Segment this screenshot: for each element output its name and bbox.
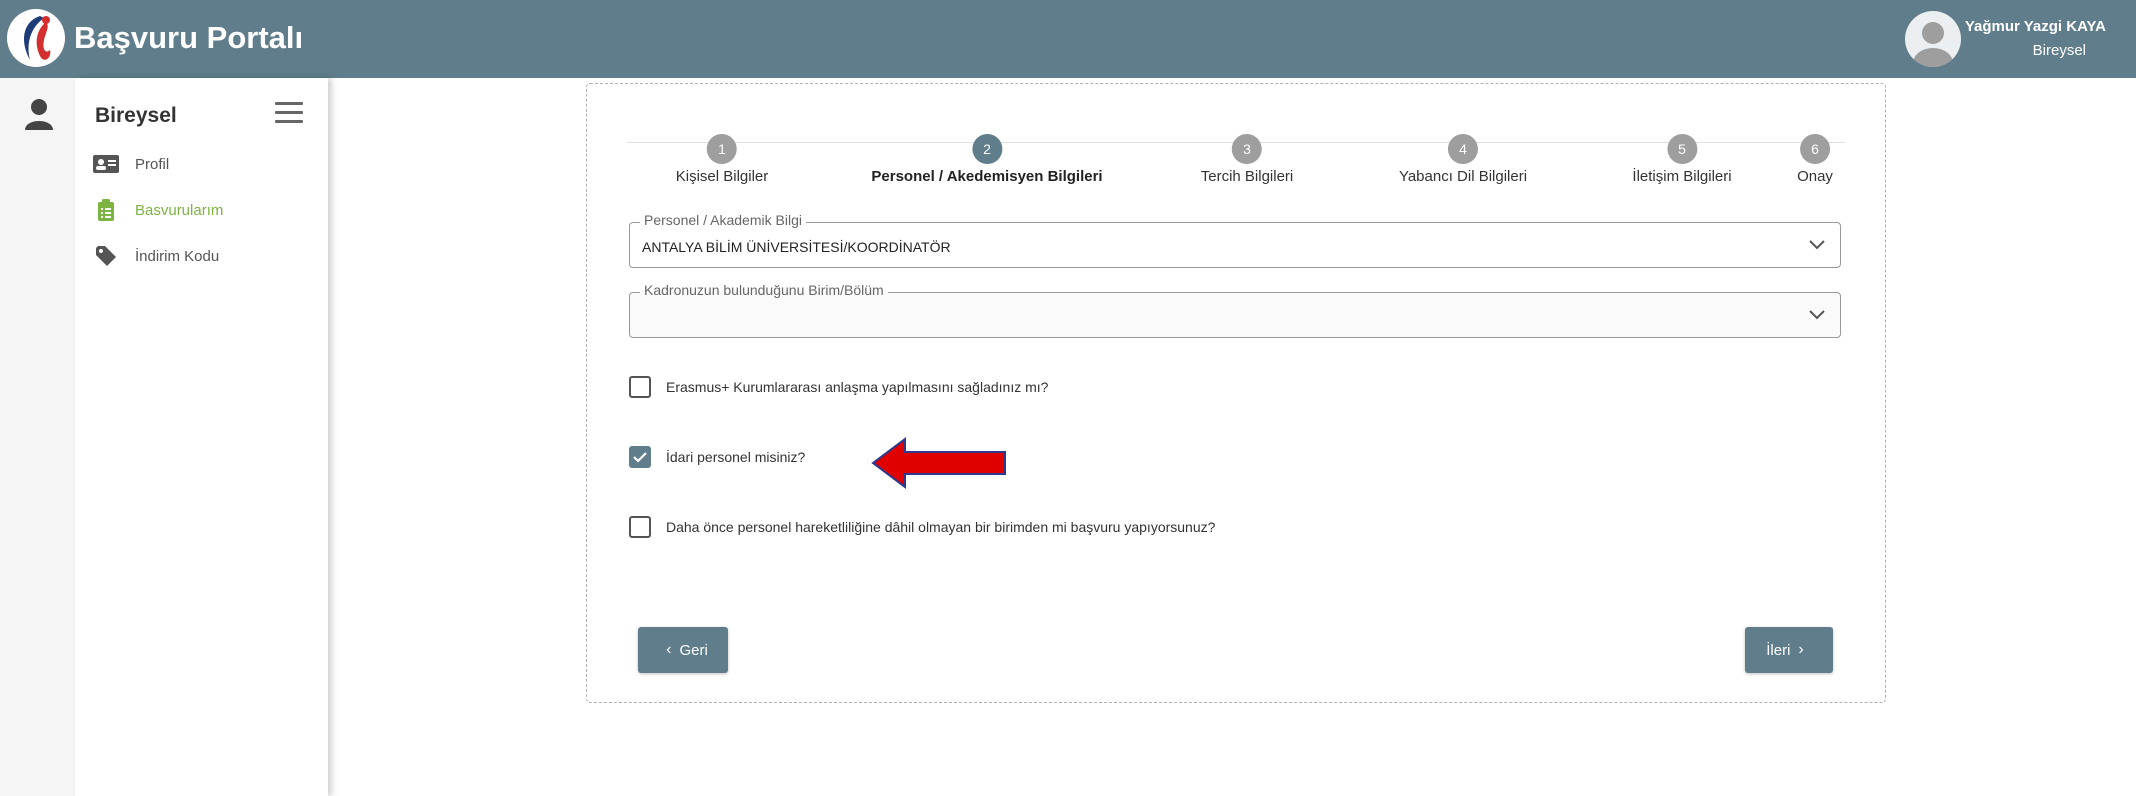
step-number: 6 bbox=[1799, 134, 1830, 164]
step-2[interactable]: 2 Personel / Akedemisyen Bilgileri bbox=[871, 134, 1103, 185]
next-button[interactable]: İleri › bbox=[1745, 627, 1833, 673]
sidebar-item-profil[interactable]: Profil bbox=[93, 150, 169, 178]
portal-logo-icon bbox=[7, 9, 65, 67]
step-number: 4 bbox=[1447, 134, 1478, 164]
sidebar: Bireysel Profil Basvurularım İndirim Kod… bbox=[75, 78, 328, 796]
step-1[interactable]: 1 Kişisel Bilgiler bbox=[675, 134, 769, 185]
step-number: 1 bbox=[707, 134, 737, 164]
sidebar-item-basvurularim[interactable]: Basvurularım bbox=[93, 196, 223, 224]
field-value: ANTALYA BİLİM ÜNİVERSİTESİ/KOORDİNATÖR bbox=[642, 239, 951, 255]
user-role: Bireysel bbox=[2032, 42, 2086, 59]
red-arrow-icon bbox=[871, 437, 1006, 489]
step-label: Onay bbox=[1797, 168, 1833, 185]
step-number: 2 bbox=[972, 134, 1002, 164]
hamburger-menu-icon[interactable] bbox=[275, 102, 303, 124]
chevron-down-icon bbox=[1809, 310, 1825, 320]
user-name[interactable]: Yağmur Yazgi KAYA bbox=[1965, 18, 2106, 35]
admin-staff-checkbox[interactable] bbox=[629, 446, 651, 468]
erasmus-agreement-checkbox-row[interactable]: Erasmus+ Kurumlararası anlaşma yapılması… bbox=[629, 376, 1048, 398]
step-number: 3 bbox=[1232, 134, 1262, 164]
chevron-left-icon: ‹ bbox=[666, 641, 672, 658]
new-unit-checkbox-row[interactable]: Daha önce personel hareketliliğine dâhil… bbox=[629, 516, 1215, 538]
step-4[interactable]: 4 Yabancı Dil Bilgileri bbox=[1399, 134, 1527, 185]
field-label: Kadronuzun bulunduğunu Birim/Bölüm bbox=[640, 282, 888, 298]
clipboard-list-icon bbox=[93, 199, 119, 221]
id-card-icon bbox=[93, 154, 119, 174]
application-form: 1 Kişisel Bilgiler 2 Personel / Akedemis… bbox=[586, 83, 1886, 703]
step-label: İletişim Bilgileri bbox=[1632, 168, 1732, 185]
back-button[interactable]: ‹ Geri bbox=[638, 627, 728, 673]
step-label: Kişisel Bilgiler bbox=[675, 168, 769, 185]
admin-staff-checkbox-row[interactable]: İdari personel misiniz? bbox=[629, 446, 805, 468]
next-button-label: İleri bbox=[1766, 641, 1791, 659]
brand-title: Başvuru Portalı bbox=[74, 20, 304, 55]
sidebar-item-label: Profil bbox=[135, 155, 170, 173]
avatar-person-icon bbox=[1913, 22, 1953, 67]
step-label: Personel / Akedemisyen Bilgileri bbox=[871, 168, 1103, 185]
top-bar: Başvuru Portalı Yağmur Yazgi KAYA Bireys… bbox=[0, 0, 2136, 78]
chevron-right-icon: › bbox=[1798, 641, 1804, 658]
left-rail bbox=[0, 78, 75, 796]
user-avatar[interactable] bbox=[1905, 11, 1961, 67]
erasmus-agreement-checkbox[interactable] bbox=[629, 376, 651, 398]
academic-info-select[interactable]: Personel / Akademik Bilgi ANTALYA BİLİM … bbox=[629, 212, 1841, 268]
sidebar-item-indirim-kodu[interactable]: İndirim Kodu bbox=[93, 242, 219, 270]
user-icon[interactable] bbox=[24, 98, 54, 130]
tag-icon bbox=[93, 246, 119, 266]
step-number: 5 bbox=[1667, 134, 1697, 164]
sidebar-item-label: Basvurularım bbox=[135, 201, 224, 219]
sidebar-item-label: İndirim Kodu bbox=[135, 247, 220, 265]
department-select[interactable]: Kadronuzun bulunduğunu Birim/Bölüm bbox=[629, 282, 1841, 338]
back-button-label: Geri bbox=[679, 641, 708, 659]
checkbox-label: Daha önce personel hareketliliğine dâhil… bbox=[666, 519, 1216, 535]
sidebar-title: Bireysel bbox=[95, 104, 177, 127]
chevron-down-icon bbox=[1809, 240, 1825, 250]
step-6[interactable]: 6 Onay bbox=[1797, 134, 1833, 185]
checkmark-icon bbox=[633, 452, 647, 463]
step-3[interactable]: 3 Tercih Bilgileri bbox=[1200, 134, 1294, 185]
step-label: Tercih Bilgileri bbox=[1200, 168, 1294, 185]
new-unit-checkbox[interactable] bbox=[629, 516, 651, 538]
checkbox-label: İdari personel misiniz? bbox=[666, 449, 806, 465]
checkbox-label: Erasmus+ Kurumlararası anlaşma yapılması… bbox=[666, 379, 1049, 395]
step-5[interactable]: 5 İletişim Bilgileri bbox=[1632, 134, 1732, 185]
step-label: Yabancı Dil Bilgileri bbox=[1398, 168, 1528, 185]
field-label: Personel / Akademik Bilgi bbox=[640, 212, 806, 228]
